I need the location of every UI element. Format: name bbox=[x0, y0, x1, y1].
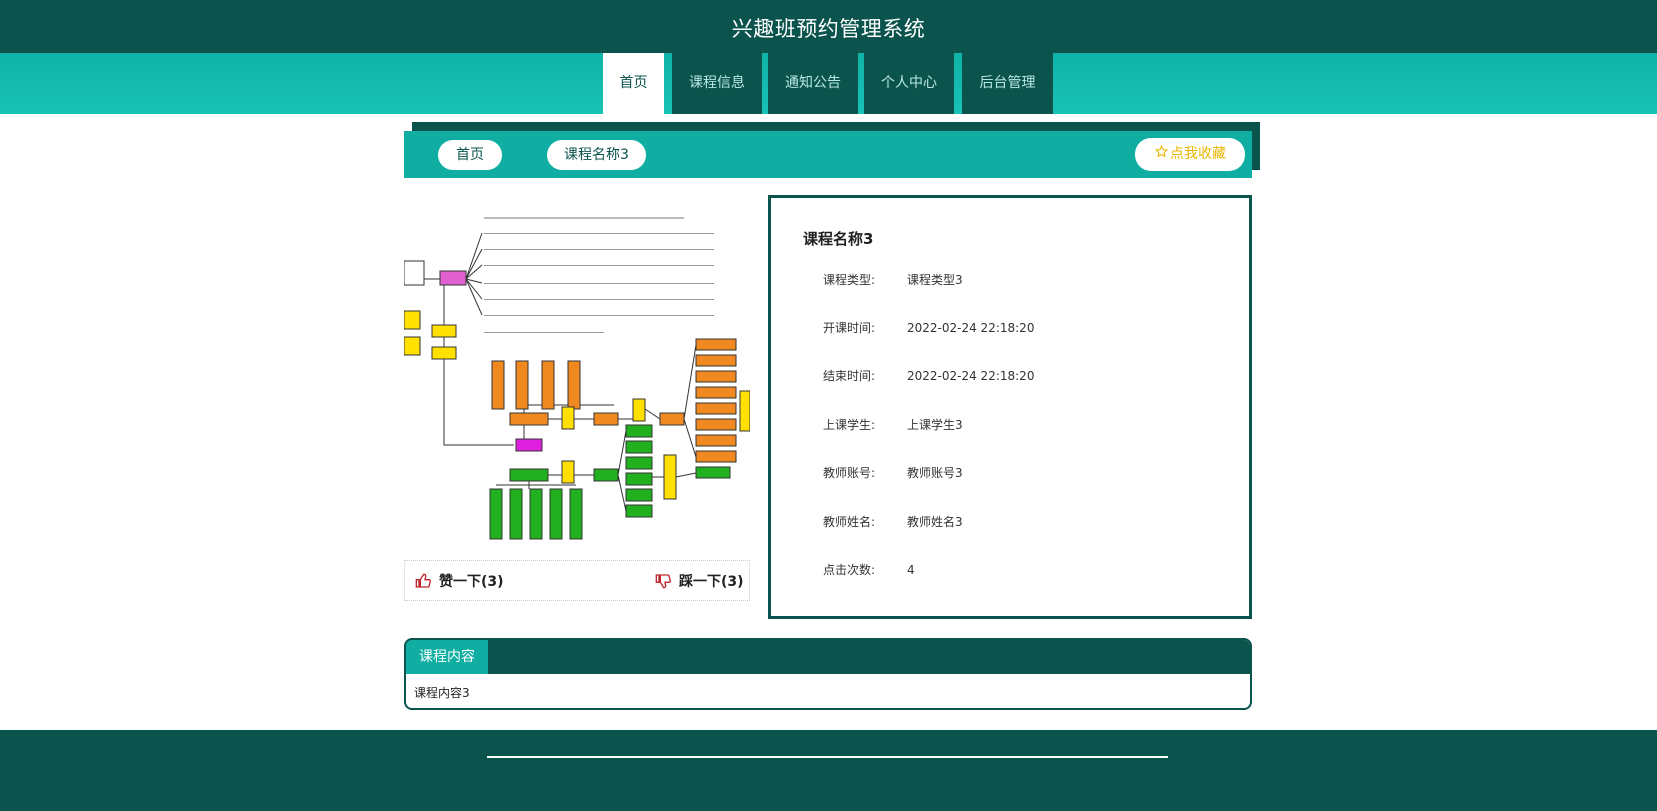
nav-item-profile[interactable]: 个人中心 bbox=[864, 53, 954, 114]
main-nav: 首页 课程信息 通知公告 个人中心 后台管理 bbox=[0, 53, 1657, 114]
course-content-text: 课程内容3 bbox=[414, 686, 470, 700]
course-image bbox=[404, 195, 750, 543]
course-title: 课程名称3 bbox=[803, 230, 874, 248]
top-header: 兴趣班预约管理系统 bbox=[0, 0, 1657, 53]
nav-item-admin[interactable]: 后台管理 bbox=[962, 53, 1053, 114]
vote-bar: 赞一下(3) 踩一下(3) bbox=[404, 560, 750, 601]
star-icon bbox=[1154, 138, 1168, 171]
field-students: 上课学生: 上课学生3 bbox=[823, 416, 963, 433]
thumbs-down-icon bbox=[655, 574, 672, 589]
field-teacher-account: 教师账号: 教师账号3 bbox=[823, 464, 963, 481]
content-tab-bar: 课程内容 bbox=[406, 640, 1250, 674]
dislike-button[interactable]: 踩一下(3) bbox=[655, 571, 744, 591]
footer-divider bbox=[487, 756, 1168, 758]
field-label: 结束时间: bbox=[823, 369, 876, 383]
site-title: 兴趣班预约管理系统 bbox=[731, 17, 926, 41]
field-value: 2022-02-24 22:18:20 bbox=[907, 369, 1035, 383]
breadcrumb-current[interactable]: 课程名称3 bbox=[547, 140, 646, 170]
favorite-button[interactable]: 点我收藏 bbox=[1135, 138, 1245, 171]
course-detail-panel: 课程名称3 课程类型: 课程类型3 开课时间: 2022-02-24 22:18:2… bbox=[768, 195, 1252, 619]
dislike-label: 踩一下(3) bbox=[679, 574, 744, 590]
favorite-label: 点我收藏 bbox=[1170, 146, 1226, 162]
tab-course-content[interactable]: 课程内容 bbox=[406, 640, 488, 674]
field-label: 点击次数: bbox=[823, 563, 876, 577]
field-teacher-name: 教师姓名: 教师姓名3 bbox=[823, 513, 963, 530]
field-value: 课程类型3 bbox=[907, 273, 963, 287]
footer bbox=[0, 730, 1657, 811]
field-end-time: 结束时间: 2022-02-24 22:18:20 bbox=[823, 367, 1034, 384]
nav-item-home[interactable]: 首页 bbox=[603, 53, 664, 114]
field-label: 教师姓名: bbox=[823, 515, 876, 529]
nav-item-notices[interactable]: 通知公告 bbox=[768, 53, 858, 114]
field-course-type: 课程类型: 课程类型3 bbox=[823, 271, 963, 288]
field-value: 教师姓名3 bbox=[907, 515, 963, 529]
field-value: 教师账号3 bbox=[907, 466, 963, 480]
course-content-panel: 课程内容 课程内容3 bbox=[404, 638, 1252, 710]
field-value: 4 bbox=[907, 563, 915, 577]
field-value: 2022-02-24 22:18:20 bbox=[907, 321, 1035, 335]
field-start-time: 开课时间: 2022-02-24 22:18:20 bbox=[823, 319, 1034, 336]
like-label: 赞一下(3) bbox=[439, 574, 504, 590]
field-value: 上课学生3 bbox=[907, 418, 963, 432]
breadcrumb bbox=[404, 131, 1252, 178]
field-label: 上课学生: bbox=[823, 418, 876, 432]
nav-item-courses[interactable]: 课程信息 bbox=[672, 53, 762, 114]
field-label: 课程类型: bbox=[823, 273, 876, 287]
field-label: 教师账号: bbox=[823, 466, 876, 480]
like-button[interactable]: 赞一下(3) bbox=[415, 571, 504, 591]
field-click-count: 点击次数: 4 bbox=[823, 561, 915, 578]
field-label: 开课时间: bbox=[823, 321, 876, 335]
thumbs-up-icon bbox=[415, 573, 432, 588]
breadcrumb-home[interactable]: 首页 bbox=[438, 140, 502, 170]
